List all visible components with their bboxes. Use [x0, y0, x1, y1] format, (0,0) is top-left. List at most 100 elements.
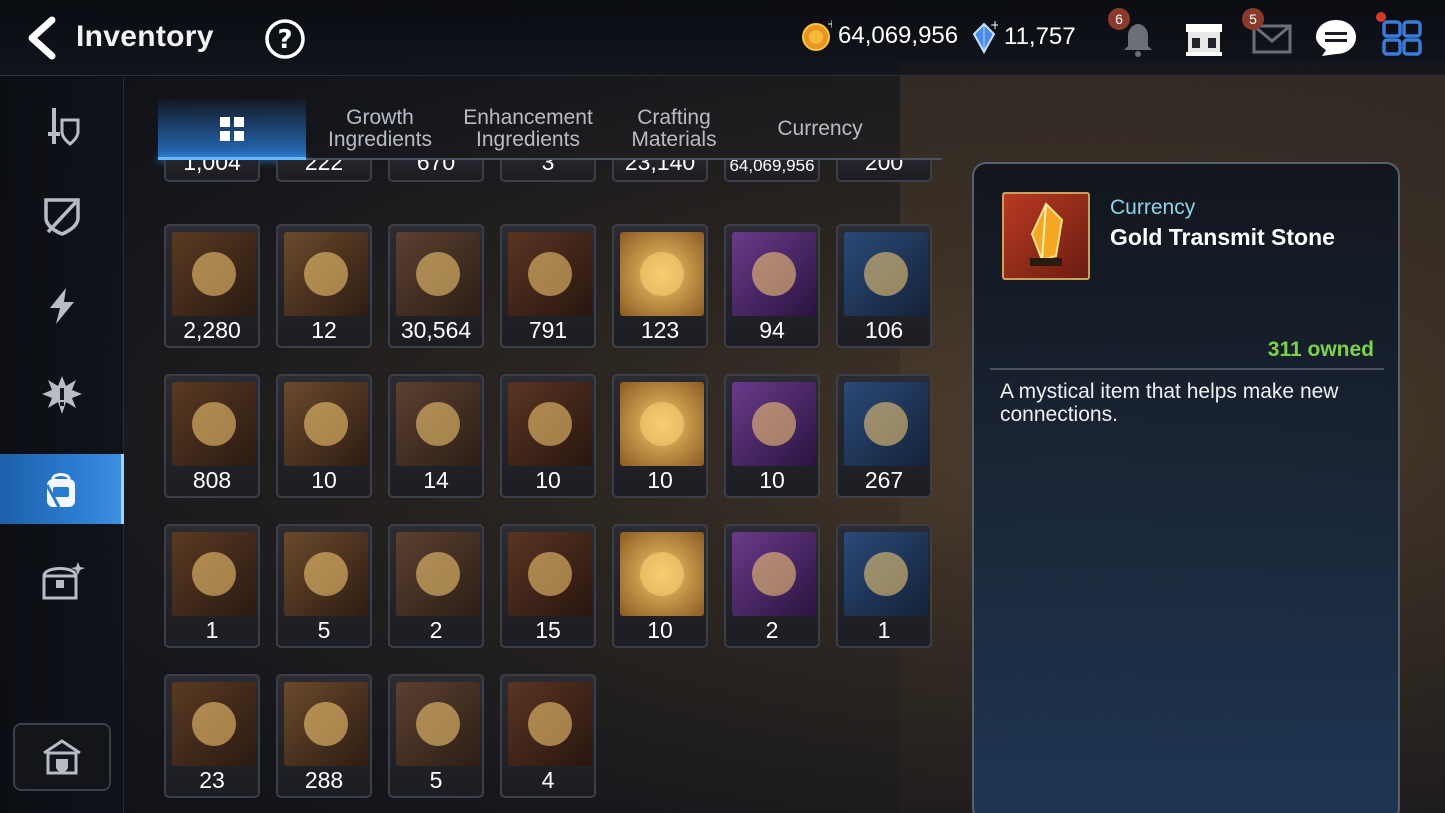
tab-crafting-materials[interactable]: Crafting Materials: [602, 100, 746, 158]
sidebar-item-skill[interactable]: [0, 271, 124, 341]
sidebar-item-chest[interactable]: [0, 545, 124, 615]
mail-button[interactable]: 5: [1242, 8, 1296, 62]
inventory-item-slot[interactable]: 94: [724, 224, 820, 348]
item-emblem-icon: [864, 252, 908, 296]
inventory-item-slot[interactable]: 670: [388, 160, 484, 182]
item-count: 10: [647, 467, 673, 493]
item-count: 2,280: [183, 317, 241, 343]
item-count: 808: [192, 467, 232, 493]
inventory-item-slot[interactable]: 5: [388, 674, 484, 798]
top-bar: Inventory ? + 64,069,956 + 11,757 6 5: [0, 0, 1445, 76]
tab-growth-ingredients[interactable]: Growth Ingredients: [306, 100, 454, 158]
item-count: 4: [541, 767, 555, 793]
item-icon: [284, 532, 368, 616]
item-emblem-icon: [304, 402, 348, 446]
inventory-item-slot[interactable]: 267: [836, 374, 932, 498]
inventory-item-slot[interactable]: 1: [836, 524, 932, 648]
item-emblem-icon: [192, 252, 236, 296]
item-count: 30,564: [400, 317, 472, 343]
inventory-item-slot[interactable]: 808: [164, 374, 260, 498]
item-count: 2: [765, 617, 779, 643]
gem-currency[interactable]: + 11,757: [970, 20, 1076, 54]
item-name: Gold Transmit Stone: [1110, 224, 1335, 250]
inventory-item-slot[interactable]: 4: [500, 674, 596, 798]
inventory-item-slot[interactable]: 3: [500, 160, 596, 182]
item-icon: [844, 232, 928, 316]
inventory-item-slot[interactable]: 10: [612, 524, 708, 648]
item-emblem-icon: [192, 702, 236, 746]
item-icon: [172, 682, 256, 766]
tab-currency[interactable]: Currency: [746, 100, 894, 158]
item-icon: [396, 232, 480, 316]
item-emblem-icon: [752, 402, 796, 446]
inventory-item-slot[interactable]: 5: [276, 524, 372, 648]
item-icon: [396, 682, 480, 766]
inventory-item-slot[interactable]: 106: [836, 224, 932, 348]
notification-badge: 6: [1108, 8, 1130, 30]
item-count: 1: [877, 617, 891, 643]
item-owned-count: 311 owned: [1267, 338, 1374, 361]
sidebar-item-catalyst[interactable]: [0, 361, 124, 431]
inventory-item-slot[interactable]: 10: [612, 374, 708, 498]
inventory-item-slot[interactable]: 15: [500, 524, 596, 648]
inventory-item-slot[interactable]: 10: [724, 374, 820, 498]
item-category: Currency: [1110, 196, 1196, 219]
tab-all[interactable]: [158, 100, 306, 158]
gold-currency[interactable]: + 64,069,956: [800, 20, 958, 52]
svg-text:?: ?: [277, 25, 292, 55]
inventory-item-slot[interactable]: 2,280: [164, 224, 260, 348]
inventory-item-slot[interactable]: 10: [500, 374, 596, 498]
item-count: 1: [205, 617, 219, 643]
sidebar-item-equipment[interactable]: [0, 91, 124, 161]
inventory-item-slot[interactable]: 200: [836, 160, 932, 182]
sidebar-item-backpack[interactable]: [0, 454, 124, 524]
gold-coin-icon: +: [802, 20, 832, 51]
item-icon: [844, 532, 928, 616]
inventory-item-slot[interactable]: 64,069,956: [724, 160, 820, 182]
inventory-item-slot[interactable]: 23,140: [612, 160, 708, 182]
storage-house-icon: [43, 739, 81, 775]
menu-button[interactable]: [1376, 12, 1426, 62]
item-count: 15: [535, 617, 561, 643]
inventory-item-slot[interactable]: 2: [724, 524, 820, 648]
back-arrow-icon: [28, 16, 56, 60]
item-emblem-icon: [416, 552, 460, 596]
item-detail-panel: Currency Gold Transmit Stone 311 owned A…: [972, 162, 1400, 813]
inventory-item-slot[interactable]: 2: [388, 524, 484, 648]
item-count: 222: [304, 160, 344, 175]
inventory-item-slot[interactable]: 10: [276, 374, 372, 498]
storage-button[interactable]: [13, 723, 111, 791]
sword-shield-icon: [48, 108, 80, 146]
item-emblem-icon: [304, 252, 348, 296]
inventory-item-slot[interactable]: 30,564: [388, 224, 484, 348]
help-button[interactable]: ?: [263, 17, 307, 61]
item-description: A mystical item that helps make new conn…: [1000, 380, 1339, 426]
item-icon: [732, 532, 816, 616]
item-emblem-icon: [528, 402, 572, 446]
item-count: 2: [429, 617, 443, 643]
chat-button[interactable]: [1312, 14, 1360, 62]
notification-button[interactable]: 6: [1108, 8, 1162, 62]
tab-enhancement-ingredients[interactable]: Enhancement Ingredients: [454, 100, 602, 158]
inventory-item-slot[interactable]: 23: [164, 674, 260, 798]
item-count: 1,004: [183, 160, 241, 175]
inventory-item-slot[interactable]: 14: [388, 374, 484, 498]
item-count: 10: [311, 467, 337, 493]
inventory-item-slot[interactable]: 288: [276, 674, 372, 798]
inventory-item-slot[interactable]: 791: [500, 224, 596, 348]
item-icon: [620, 382, 704, 466]
item-icon: [620, 532, 704, 616]
back-button[interactable]: [22, 16, 64, 60]
item-emblem-icon: [752, 252, 796, 296]
item-icon: [172, 382, 256, 466]
inventory-item-slot[interactable]: 12: [276, 224, 372, 348]
inventory-item-slot[interactable]: 123: [612, 224, 708, 348]
inventory-item-slot[interactable]: 222: [276, 160, 372, 182]
inventory-item-slot[interactable]: 1: [164, 524, 260, 648]
shop-stall-icon: [1186, 24, 1222, 56]
item-icon: [396, 382, 480, 466]
sidebar-item-artifact[interactable]: [0, 181, 124, 251]
item-count: 23,140: [624, 160, 696, 175]
shop-button[interactable]: [1180, 14, 1228, 62]
inventory-item-slot[interactable]: 1,004: [164, 160, 260, 182]
